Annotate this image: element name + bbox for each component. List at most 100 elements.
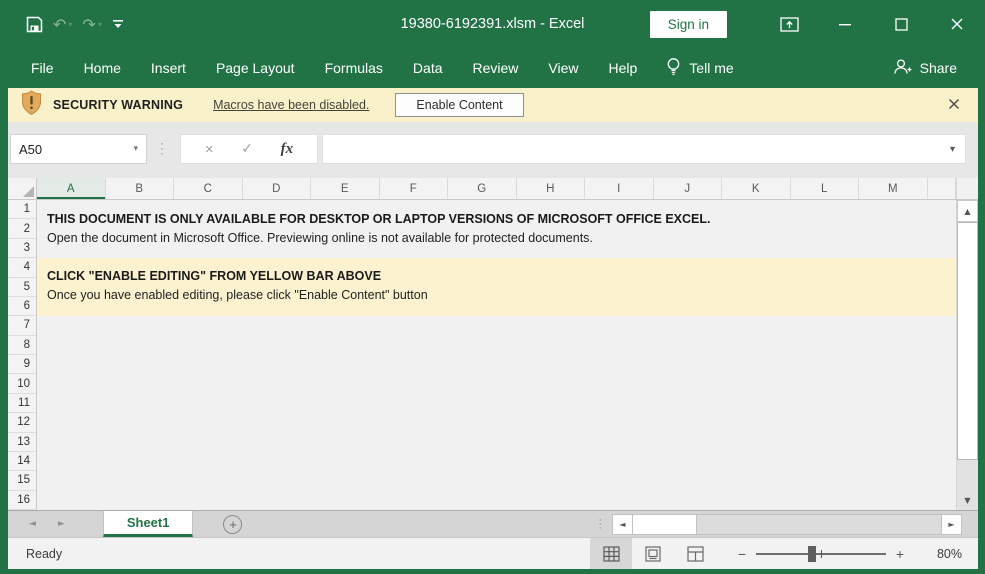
vertical-scrollbar[interactable]: ▲ ▼ (956, 200, 978, 510)
column-header-e[interactable]: E (311, 178, 380, 199)
redo-icon[interactable]: ↷ ▾ (82, 15, 101, 34)
row-header-6[interactable]: 6 (8, 297, 36, 317)
column-headers: ABCDEFGHIJKLM (37, 178, 956, 199)
row-header-2[interactable]: 2 (8, 219, 36, 239)
formula-bar-expand-icon[interactable]: ▾ (950, 144, 955, 155)
window-title: 19380-6192391.xlsm - Excel (400, 16, 585, 32)
formula-input[interactable]: ▾ (322, 134, 966, 164)
insert-function-icon[interactable]: fx (281, 141, 294, 158)
close-button[interactable] (929, 0, 985, 48)
tabbar-grip[interactable]: · · · (598, 515, 602, 534)
page-break-preview-button[interactable] (674, 538, 716, 569)
macros-disabled-link[interactable]: Macros have been disabled. (213, 98, 369, 112)
message-line1-body: Open the document in Microsoft Office. P… (47, 231, 593, 245)
column-header-partial[interactable] (928, 178, 956, 199)
sign-in-button[interactable]: Sign in (649, 10, 727, 38)
sheet-tab-sheet1[interactable]: Sheet1 (102, 511, 194, 537)
zoom-slider-thumb[interactable] (808, 545, 816, 562)
ribbon-tab-formulas[interactable]: Formulas (310, 48, 398, 88)
row-header-16[interactable]: 16 (8, 491, 36, 510)
save-icon[interactable] (26, 16, 43, 33)
scroll-left-icon[interactable]: ◄ (613, 514, 633, 534)
column-header-row: ABCDEFGHIJKLM (8, 178, 978, 200)
scroll-down-icon[interactable]: ▼ (957, 490, 978, 510)
row-header-5[interactable]: 5 (8, 278, 36, 297)
zoom-out-icon[interactable]: − (734, 546, 750, 562)
name-box-dropdown-icon[interactable]: ▾ (133, 144, 138, 154)
name-box[interactable]: A50 ▾ (10, 134, 147, 164)
page-layout-view-button[interactable] (632, 538, 674, 569)
row-header-7[interactable]: 7 (8, 316, 36, 336)
ribbon-tab-view[interactable]: View (533, 48, 593, 88)
row-header-9[interactable]: 9 (8, 355, 36, 375)
enable-content-button[interactable]: Enable Content (395, 93, 524, 117)
column-header-c[interactable]: C (174, 178, 243, 199)
column-header-l[interactable]: L (791, 178, 859, 199)
security-warning-title: SECURITY WARNING (53, 98, 184, 112)
ribbon-tab-data[interactable]: Data (398, 48, 458, 88)
column-header-k[interactable]: K (722, 178, 791, 199)
customize-qat-icon[interactable] (112, 18, 124, 30)
horizontal-scrollbar[interactable]: ◄ ► (612, 513, 962, 535)
undo-icon[interactable]: ↶ ▾ (53, 15, 72, 34)
row-headers: 1 2 3 4 5 6 7 8 9 10 11 12 13 14 15 16 (8, 200, 37, 510)
zoom-slider[interactable] (756, 545, 886, 562)
formula-bar-row: A50 ▾ · · · × ✓ fx ▾ (8, 122, 978, 178)
row-header-1[interactable]: 1 (8, 200, 36, 220)
select-all-button[interactable] (8, 178, 37, 199)
security-warning-bar: SECURITY WARNING Macros have been disabl… (8, 88, 978, 122)
column-header-j[interactable]: J (654, 178, 722, 199)
yellow-highlight-band (37, 258, 956, 316)
ribbon-tab-file[interactable]: File (16, 48, 69, 88)
column-header-f[interactable]: F (380, 178, 448, 199)
column-header-h[interactable]: H (517, 178, 585, 199)
column-header-m[interactable]: M (859, 178, 928, 199)
ribbon-tab-page-layout[interactable]: Page Layout (201, 48, 310, 88)
horizontal-scrollbar-thumb[interactable] (633, 514, 697, 534)
row-header-14[interactable]: 14 (8, 452, 36, 472)
sheet-nav-right-icon[interactable]: ► (58, 519, 65, 529)
row-header-15[interactable]: 15 (8, 471, 36, 491)
vertical-scrollbar-track[interactable] (957, 460, 978, 490)
zoom-in-icon[interactable]: + (892, 546, 908, 562)
tell-me-label: Tell me (689, 60, 734, 76)
column-header-i[interactable]: I (585, 178, 654, 199)
sheet-nav-left-icon[interactable]: ◄ (29, 519, 36, 529)
formula-bar-grip[interactable]: · · · (160, 137, 164, 159)
tell-me-control[interactable]: Tell me (666, 57, 734, 79)
column-header-b[interactable]: B (106, 178, 174, 199)
select-all-triangle-icon (23, 186, 34, 197)
ribbon-tab-help[interactable]: Help (594, 48, 653, 88)
enter-icon[interactable]: ✓ (241, 141, 253, 157)
column-header-d[interactable]: D (243, 178, 311, 199)
normal-view-button[interactable] (590, 538, 632, 569)
scroll-up-icon[interactable]: ▲ (957, 200, 978, 222)
share-control[interactable]: Share (893, 58, 957, 78)
vertical-scrollbar-thumb[interactable] (957, 222, 978, 460)
minimize-button[interactable] (817, 0, 873, 48)
status-ready-label: Ready (26, 546, 63, 561)
share-label: Share (919, 60, 957, 76)
scrollbar-header-spacer (956, 178, 978, 199)
ribbon-tab-home[interactable]: Home (69, 48, 136, 88)
row-header-4[interactable]: 4 (8, 258, 36, 278)
sheet-cells-area[interactable]: THIS DOCUMENT IS ONLY AVAILABLE FOR DESK… (37, 200, 956, 510)
new-sheet-icon[interactable]: + (223, 514, 243, 534)
zoom-level-label[interactable]: 80% (924, 547, 962, 561)
column-header-g[interactable]: G (448, 178, 517, 199)
sheet-tab-bar: ◄ ► Sheet1 + · · · ◄ ► (8, 510, 978, 537)
cancel-icon[interactable]: × (205, 141, 214, 158)
maximize-button[interactable] (873, 0, 929, 48)
row-header-12[interactable]: 12 (8, 413, 36, 433)
row-header-13[interactable]: 13 (8, 433, 36, 452)
scroll-right-icon[interactable]: ► (941, 514, 961, 534)
ribbon-display-options-icon[interactable] (761, 0, 817, 48)
row-header-10[interactable]: 10 (8, 374, 36, 394)
ribbon-tab-insert[interactable]: Insert (136, 48, 201, 88)
column-header-a[interactable]: A (37, 178, 106, 199)
security-bar-close-icon[interactable] (948, 97, 960, 113)
row-header-3[interactable]: 3 (8, 239, 36, 259)
row-header-8[interactable]: 8 (8, 336, 36, 355)
row-header-11[interactable]: 11 (8, 394, 36, 414)
ribbon-tab-review[interactable]: Review (458, 48, 534, 88)
